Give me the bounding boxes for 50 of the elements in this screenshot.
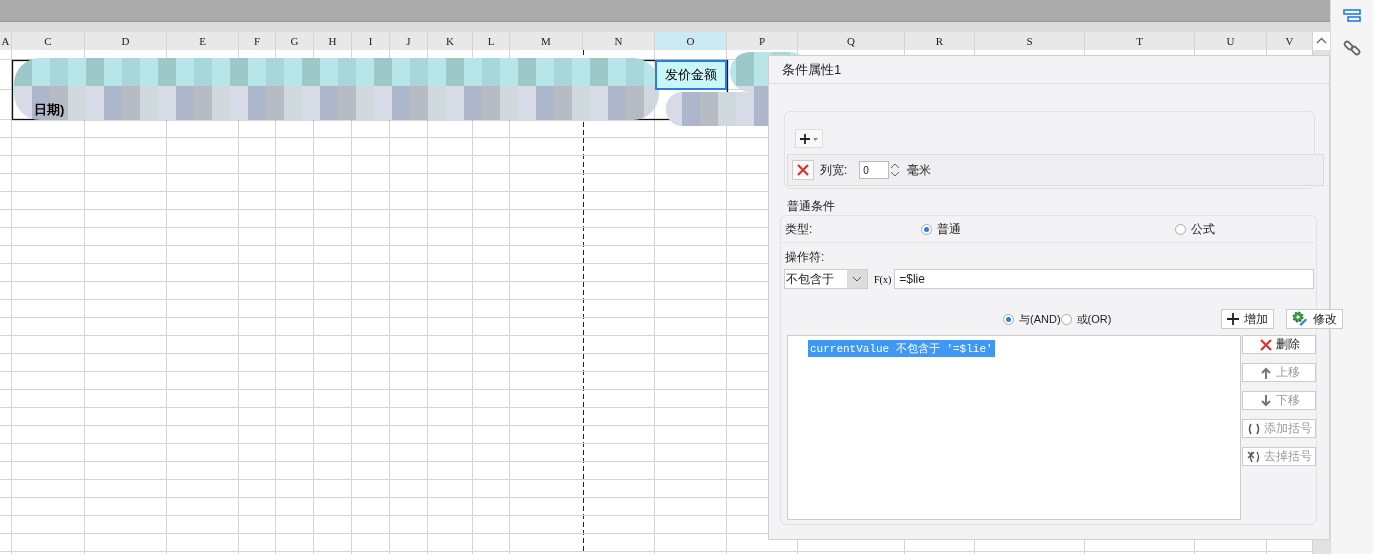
group-title: 普通条件 <box>787 198 836 215</box>
field-label: 类型: <box>785 220 814 238</box>
delete-button[interactable]: 删除 <box>1242 335 1316 354</box>
radio-button[interactable]: 或(OR) <box>1060 311 1112 327</box>
radio-button[interactable]: 公式 <box>1175 220 1215 238</box>
column-header[interactable]: I <box>352 32 390 50</box>
column-header[interactable]: A <box>0 32 12 50</box>
column-header[interactable]: L <box>473 32 510 50</box>
value-field[interactable]: =$lie <box>894 269 1314 289</box>
chevron-down-icon <box>852 276 862 282</box>
column-header[interactable]: F <box>239 32 276 50</box>
operator-dropdown[interactable]: 不包含于 <box>784 269 868 289</box>
column-header[interactable]: G <box>276 32 314 50</box>
arrow-down-icon <box>1258 393 1273 408</box>
add-button[interactable]: 增加 <box>1221 309 1275 329</box>
column-header[interactable]: P <box>727 32 798 50</box>
column-header[interactable]: C <box>12 32 85 50</box>
column-width-field[interactable]: 0 <box>859 161 890 179</box>
column-header[interactable]: O <box>655 32 727 50</box>
column-header[interactable]: D <box>85 32 167 50</box>
add-dropdown-button[interactable] <box>795 129 823 148</box>
column-header[interactable]: M <box>510 32 583 50</box>
column-header[interactable]: Q <box>798 32 905 50</box>
cross-icon <box>796 163 810 177</box>
formula-button[interactable]: F(x) <box>874 273 892 285</box>
table-cell[interactable]: 日期) <box>12 90 85 120</box>
field-label: 操作符: <box>785 250 825 264</box>
plus-icon <box>1227 313 1240 325</box>
gear-pencil-icon <box>1292 311 1309 327</box>
column-header[interactable]: S <box>975 32 1085 50</box>
panel-title: 条件属性1 <box>769 56 1329 84</box>
crossed-parentheses-icon <box>1246 449 1261 464</box>
column-header[interactable]: U <box>1195 32 1267 50</box>
parentheses-icon <box>1246 421 1261 436</box>
field-label: 列宽: <box>820 161 848 179</box>
column-header[interactable]: K <box>428 32 473 50</box>
delete-button[interactable] <box>792 160 814 180</box>
table-cell[interactable]: 发价金额 <box>655 60 727 90</box>
plus-icon <box>799 132 819 145</box>
column-header[interactable]: H <box>314 32 352 50</box>
radio-button[interactable]: 与(AND) <box>1003 311 1061 327</box>
cross-icon <box>1258 337 1273 352</box>
column-header[interactable]: R <box>905 32 975 50</box>
edit-button[interactable]: 修改 <box>1286 309 1344 329</box>
radio-button[interactable]: 普通 <box>921 220 1175 238</box>
unit-label: 毫米 <box>907 161 932 179</box>
column-header[interactable]: J <box>390 32 428 50</box>
column-header[interactable]: E <box>167 32 239 50</box>
spinner-arrows-icon[interactable] <box>889 161 902 179</box>
column-header[interactable]: T <box>1085 32 1195 50</box>
